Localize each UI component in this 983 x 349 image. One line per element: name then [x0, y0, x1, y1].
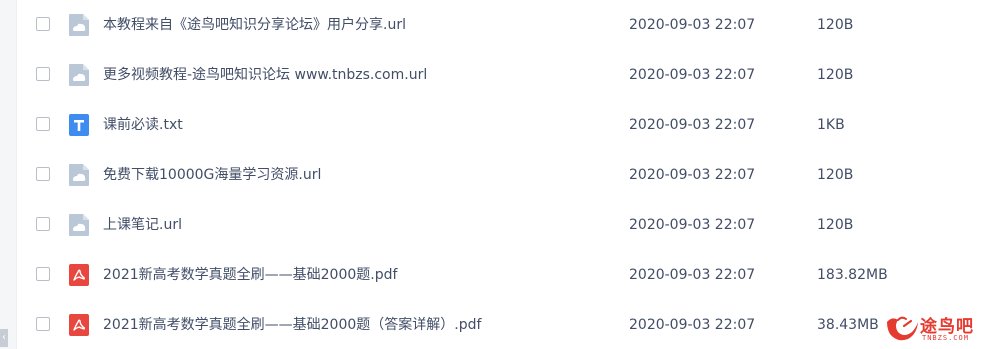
file-name[interactable]: 2021新高考数学真题全刷——基础2000题（答案详解）.pdf: [103, 314, 481, 336]
file-row[interactable]: 本教程来自《途鸟吧知识分享论坛》用户分享.url 2020-09-03 22:0…: [16, 0, 983, 50]
url-file-icon: [68, 163, 90, 187]
row-checkbox[interactable]: [36, 317, 50, 331]
file-browser: ‹ 本教程来自《途鸟吧知识分享论坛》用户分享.url 2020-09-03 22…: [0, 0, 983, 349]
row-checkbox[interactable]: [36, 217, 50, 231]
url-file-icon: [68, 63, 90, 87]
url-file-icon: [68, 13, 90, 37]
file-date: 2020-09-03 22:07: [629, 117, 756, 133]
file-list: 本教程来自《途鸟吧知识分享论坛》用户分享.url 2020-09-03 22:0…: [16, 0, 983, 349]
file-row[interactable]: 上课笔记.url 2020-09-03 22:07 120B: [16, 200, 983, 250]
file-date: 2020-09-03 22:07: [629, 67, 756, 83]
url-file-icon: [68, 213, 90, 237]
txt-file-icon: [68, 113, 90, 137]
file-size: 120B: [817, 67, 854, 83]
file-size: 120B: [817, 17, 854, 33]
file-name[interactable]: 免费下载10000G海量学习资源.url: [103, 164, 321, 186]
file-row[interactable]: 免费下载10000G海量学习资源.url 2020-09-03 22:07 12…: [16, 150, 983, 200]
file-date: 2020-09-03 22:07: [629, 17, 756, 33]
watermark-subtext: TNBZS.COM: [922, 334, 969, 342]
pdf-file-icon: [68, 313, 90, 337]
file-name[interactable]: 2021新高考数学真题全刷——基础2000题.pdf: [103, 264, 397, 286]
file-name[interactable]: 更多视频教程-途鸟吧知识论坛 www.tnbzs.com.url: [103, 64, 427, 86]
file-name[interactable]: 本教程来自《途鸟吧知识分享论坛》用户分享.url: [103, 14, 406, 36]
file-row[interactable]: 更多视频教程-途鸟吧知识论坛 www.tnbzs.com.url 2020-09…: [16, 50, 983, 100]
file-size: 120B: [817, 217, 854, 233]
file-row[interactable]: 课前必读.txt 2020-09-03 22:07 1KB: [16, 100, 983, 150]
file-row[interactable]: 2021新高考数学真题全刷——基础2000题.pdf 2020-09-03 22…: [16, 250, 983, 300]
row-checkbox[interactable]: [36, 17, 50, 31]
file-date: 2020-09-03 22:07: [629, 167, 756, 183]
row-checkbox[interactable]: [36, 267, 50, 281]
row-checkbox[interactable]: [36, 117, 50, 131]
row-checkbox[interactable]: [36, 167, 50, 181]
file-date: 2020-09-03 22:07: [629, 267, 756, 283]
file-size: 183.82MB: [817, 267, 888, 283]
collapse-handle[interactable]: ‹: [0, 329, 8, 347]
watermark: 途鸟吧 TNBZS.COM: [884, 310, 980, 346]
file-row[interactable]: 2021新高考数学真题全刷——基础2000题（答案详解）.pdf 2020-09…: [16, 300, 983, 349]
file-date: 2020-09-03 22:07: [629, 217, 756, 233]
pdf-file-icon: [68, 263, 90, 287]
left-rail: ‹: [0, 0, 17, 349]
file-name[interactable]: 上课笔记.url: [103, 214, 182, 236]
file-size: 38.43MB: [817, 317, 879, 333]
row-checkbox[interactable]: [36, 67, 50, 81]
bird-logo-icon: [884, 312, 920, 344]
file-name[interactable]: 课前必读.txt: [103, 114, 183, 136]
file-size: 1KB: [817, 117, 845, 133]
file-date: 2020-09-03 22:07: [629, 317, 756, 333]
file-size: 120B: [817, 167, 854, 183]
